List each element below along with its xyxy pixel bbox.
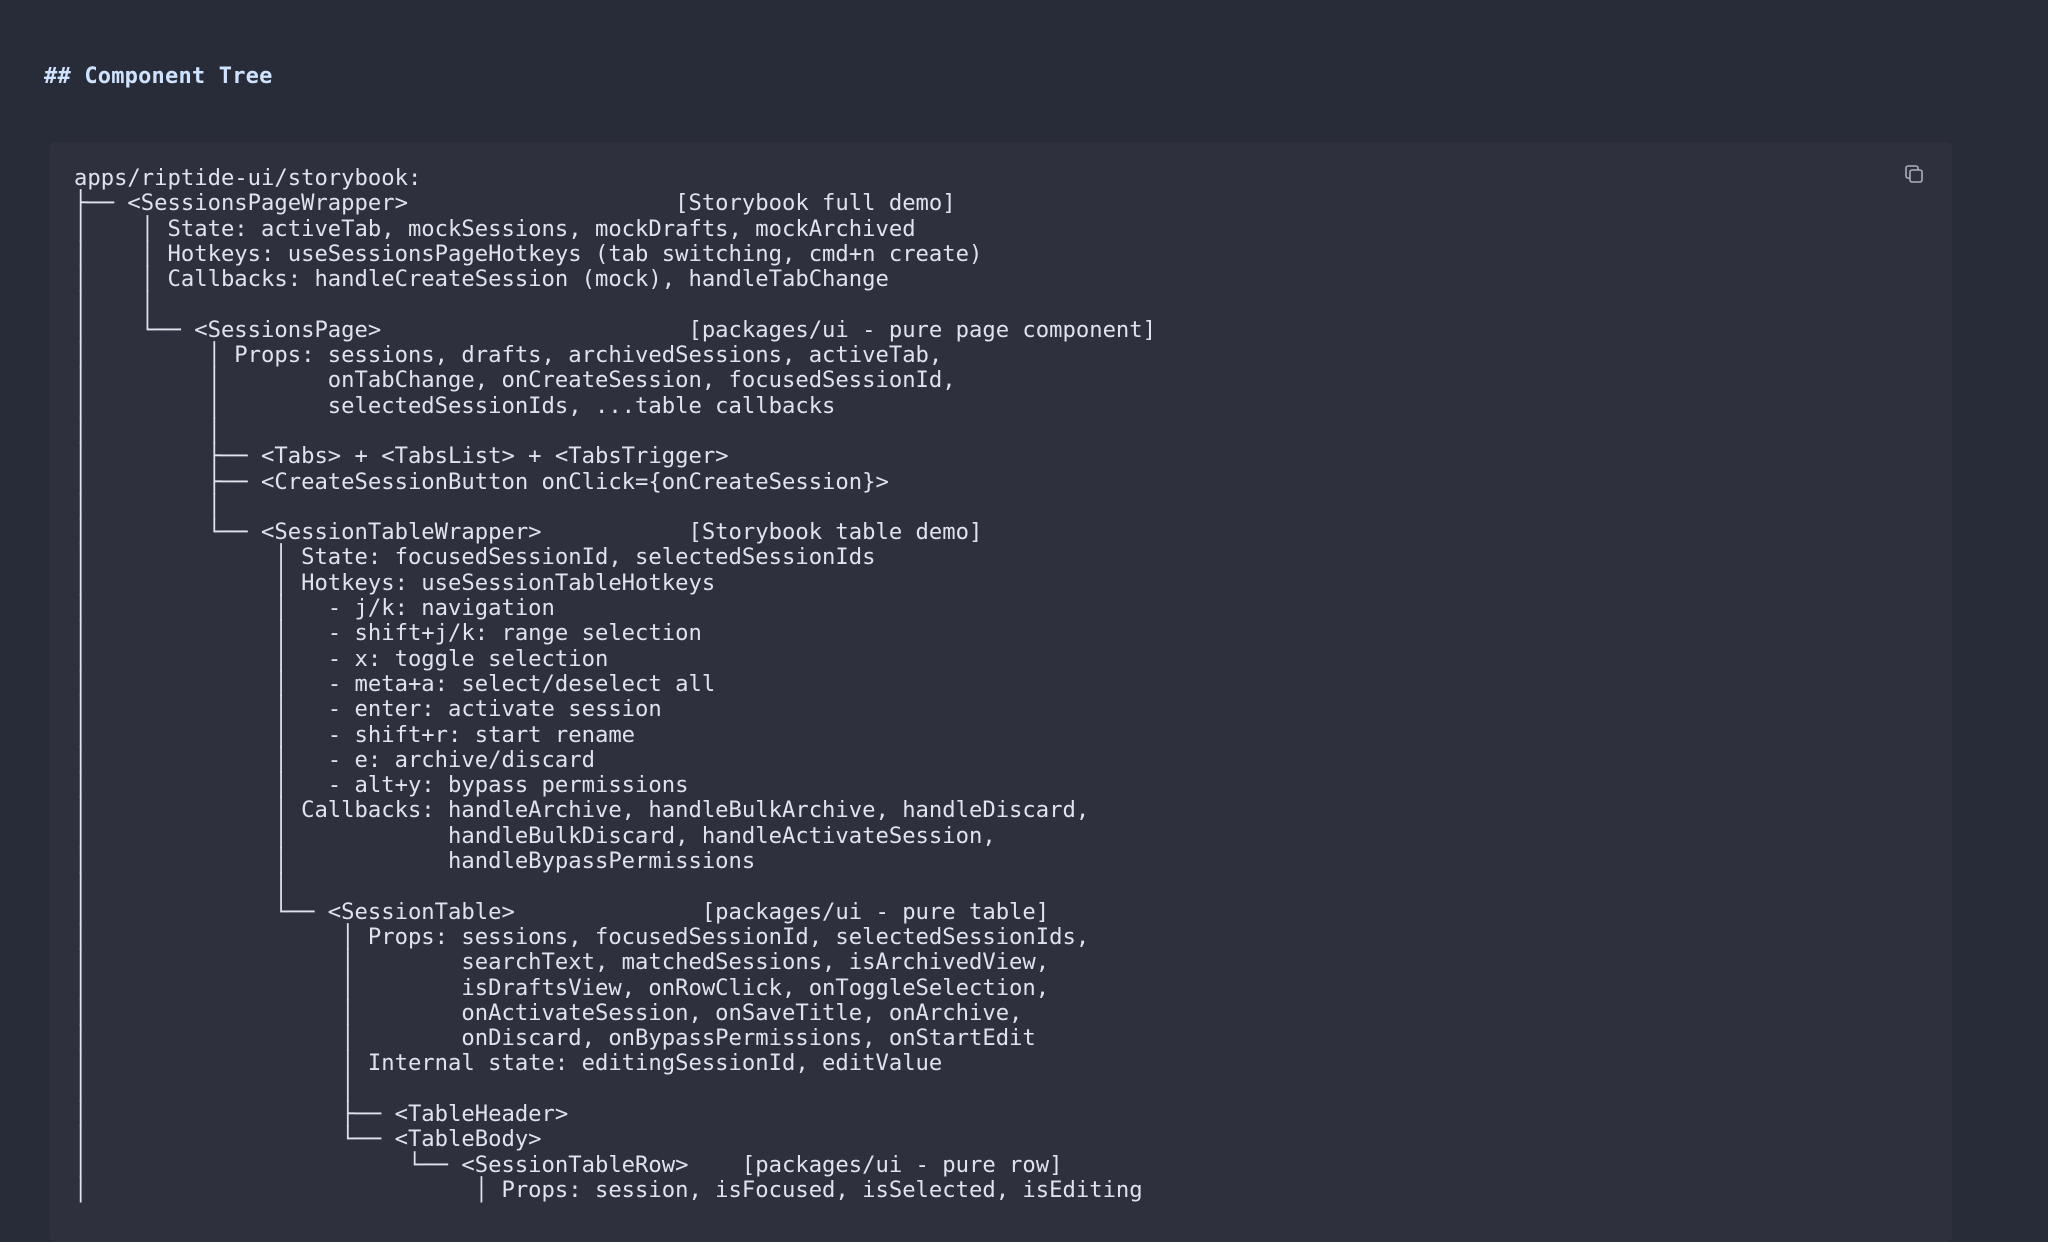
code-line: │ │ onTabChange, onCreateSession, focuse… <box>74 367 956 394</box>
code-line: │ │ - j/k: navigation <box>74 595 555 622</box>
component-tree-code: apps/riptide-ui/storybook: ├── <SessionsP… <box>74 165 1156 1203</box>
code-line: │ │ onDiscard, onBypassPermissions, onSt… <box>74 1025 1036 1052</box>
code-line: │ └── <SessionsPage> [packages/ui - pure… <box>74 316 1156 343</box>
code-line: │ │ Props: sessions, drafts, archivedSes… <box>74 342 943 369</box>
code-line: │ │ isDraftsView, onRowClick, onToggleSe… <box>74 974 1050 1001</box>
code-line: │ │ Props: sessions, focusedSessionId, s… <box>74 923 1090 950</box>
code-line: │ │ Callbacks: handleArchive, handleBulk… <box>74 797 1090 824</box>
code-line: │ └── <SessionTable> [packages/ui - pure… <box>74 898 1050 925</box>
code-line: │ │ Hotkeys: useSessionTableHotkeys <box>74 569 716 596</box>
code-line: │ └── <TableBody> <box>74 1126 542 1153</box>
code-line: │ │ <box>74 291 155 318</box>
code-line: │ │ <box>74 493 221 520</box>
code-line: │ ├── <Tabs> + <TabsList> + <TabsTrigger… <box>74 443 729 470</box>
code-line: │ ├── <CreateSessionButton onClick={onCr… <box>74 468 889 495</box>
code-block: apps/riptide-ui/storybook: ├── <SessionsP… <box>50 142 1952 1242</box>
code-line: │ │ selectedSessionIds, ...table callbac… <box>74 392 836 419</box>
code-line: │ │ - alt+y: bypass permissions <box>74 772 689 799</box>
code-line: │ │ searchText, matchedSessions, isArchi… <box>74 949 1050 976</box>
code-line: │ │ - meta+a: select/deselect all <box>74 670 716 697</box>
code-line: │ │ State: focusedSessionId, selectedSes… <box>74 544 876 571</box>
code-line: │ └── <SessionTableWrapper> [Storybook t… <box>74 519 983 546</box>
code-line: │ │ handleBulkDiscard, handleActivateSes… <box>74 822 996 849</box>
code-line: │ │ - enter: activate session <box>74 696 662 723</box>
code-line: apps/riptide-ui/storybook: <box>74 165 422 191</box>
copy-button[interactable] <box>1900 160 1928 188</box>
code-line: │ │ Internal state: editingSessionId, ed… <box>74 1050 943 1077</box>
code-line: │ │ onActivateSession, onSaveTitle, onAr… <box>74 999 1023 1026</box>
code-line: │ │ Callbacks: handleCreateSession (mock… <box>74 266 889 293</box>
section-heading: ## Component Tree <box>44 64 273 89</box>
code-line: │ │ <box>74 873 288 900</box>
copy-icon <box>1902 162 1926 186</box>
code-line: │ │ handleBypassPermissions <box>74 848 756 875</box>
code-line: │ └── <SessionTableRow> [packages/ui - p… <box>74 1151 1063 1178</box>
code-line: │ │ - x: toggle selection <box>74 645 609 672</box>
code-line: │ │ - shift+r: start rename <box>74 721 636 748</box>
code-line: │ │ - shift+j/k: range selection <box>74 620 702 647</box>
code-line: │ ├── <TableHeader> <box>74 1100 569 1127</box>
code-line: │ │ <box>74 417 221 444</box>
code-line: │ │ State: activeTab, mockSessions, mock… <box>74 215 916 242</box>
code-line: │ │ - e: archive/discard <box>74 746 595 773</box>
code-line: │ │ Props: session, isFocused, isSelecte… <box>74 1176 1143 1203</box>
code-line: ├── <SessionsPageWrapper> [Storybook ful… <box>74 190 956 217</box>
code-line: │ │ <box>74 1075 355 1102</box>
code-line: │ │ Hotkeys: useSessionsPageHotkeys (tab… <box>74 240 983 267</box>
